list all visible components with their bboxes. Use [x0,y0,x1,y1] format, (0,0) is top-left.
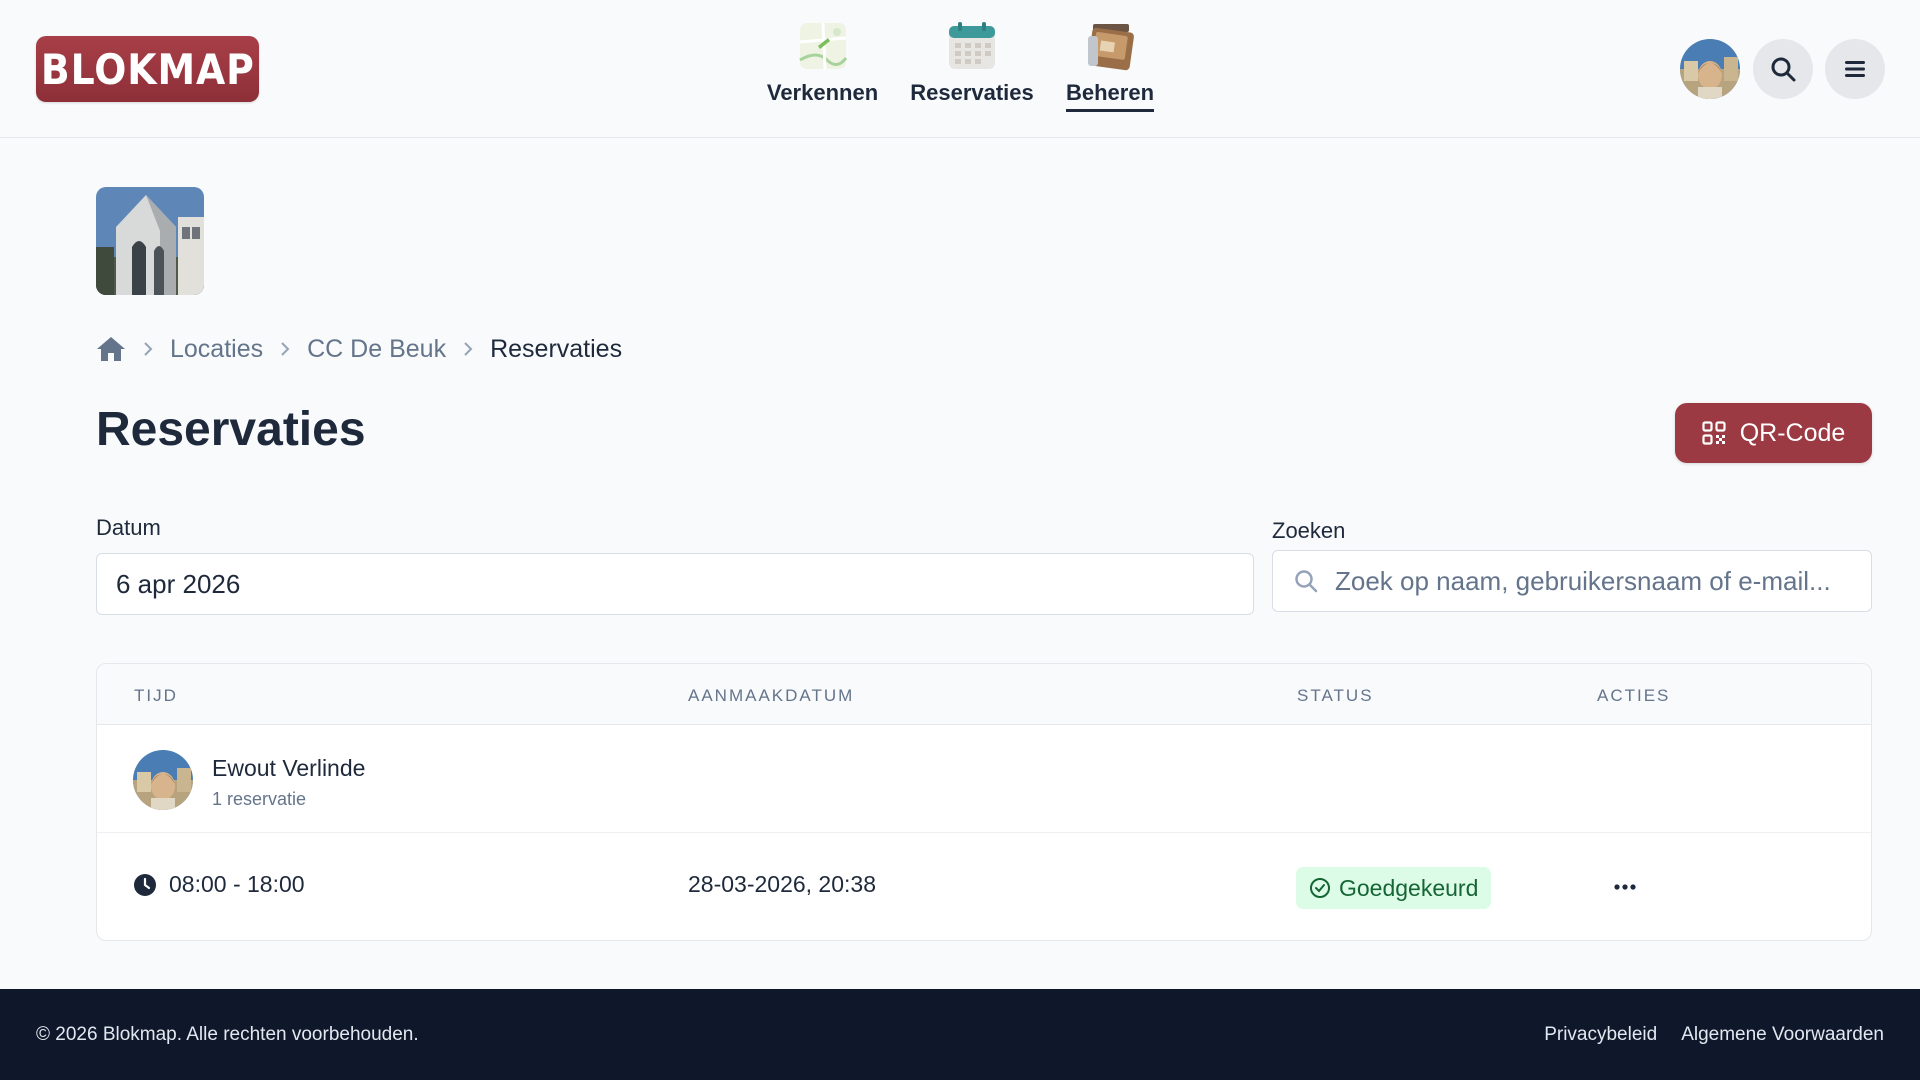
column-header-created: AANMAAKDATUM [688,686,855,705]
manage-icon [1088,24,1134,71]
time-range: 08:00 - 18:00 [169,871,305,897]
main-nav: Verkennen Reservaties Beheren [0,0,1920,138]
user-avatar-button[interactable] [1680,39,1740,99]
table-row: 08:00 - 18:00 28-03-2026, 20:38 Goedgeke… [97,833,1871,940]
footer: © 2026 Blokmap. Alle rechten voorbehoude… [0,989,1920,1080]
search-placeholder: Zoek op naam, gebruikersnaam of e-mail..… [1335,565,1831,596]
nav-label: Beheren [1065,80,1155,112]
row-actions-button[interactable] [1607,869,1643,905]
qr-code-label: QR-Code [1739,418,1846,447]
avatar [1680,39,1740,99]
created-date: 28-03-2026, 20:38 [688,871,876,897]
time-cell: 08:00 - 18:00 [133,871,305,898]
chevron-right-icon [126,341,170,357]
status-badge: Goedgekeurd [1296,867,1492,909]
nav-label: Reservaties [910,80,1034,105]
nav-item-verkennen[interactable]: Verkennen [765,20,880,120]
map-icon [798,22,847,70]
privacy-link[interactable]: Privacybeleid [1544,1024,1657,1046]
user-group-row: Ewout Verlinde 1 reservatie [97,725,1871,833]
home-icon[interactable] [96,335,126,363]
column-header-status: STATUS [1297,686,1374,705]
search-label: Zoeken [1272,518,1346,543]
chevron-right-icon [263,341,307,357]
clock-icon [134,873,156,896]
nav-item-beheren[interactable]: Beheren [1065,20,1155,120]
footer-links: Privacybeleid Algemene Voorwaarden [1544,1024,1884,1046]
chevron-right-icon [446,341,490,357]
check-circle-icon [1310,878,1330,898]
qr-code-button[interactable]: QR-Code [1675,403,1872,463]
search-icon [1295,570,1318,593]
terms-link[interactable]: Algemene Voorwaarden [1681,1024,1884,1046]
reservation-count: 1 reservatie [212,789,307,809]
header: BLOKMAP Verkennen Reservaties Beheren [0,0,1920,138]
column-header-actions: ACTIES [1597,686,1671,705]
reservations-table: TIJD AANMAAKDATUM STATUS ACTIES Ewout Ve… [96,663,1872,941]
search-input[interactable]: Zoek op naam, gebruikersnaam of e-mail..… [1272,550,1872,612]
table-header: TIJD AANMAAKDATUM STATUS ACTIES [97,664,1871,725]
date-value: 6 apr 2026 [116,568,241,599]
created-cell: 28-03-2026, 20:38 [688,871,876,898]
breadcrumb-current: Reservaties [490,334,623,363]
location-image [96,187,204,295]
breadcrumb-location[interactable]: CC De Beuk [307,335,446,364]
page-title: Reservaties [96,403,366,456]
nav-item-reservaties[interactable]: Reservaties [910,20,1034,120]
qr-code-icon [1702,421,1726,445]
menu-button[interactable] [1825,39,1885,99]
search-button[interactable] [1753,39,1813,99]
date-label: Datum [96,515,161,540]
copyright: © 2026 Blokmap. Alle rechten voorbehoude… [36,1024,419,1045]
breadcrumb: Locaties CC De Beuk Reservaties [96,332,622,366]
column-header-time: TIJD [134,686,178,705]
search-icon [1771,57,1796,82]
nav-label: Verkennen [766,80,879,105]
menu-icon [1845,61,1865,77]
status-label: Goedgekeurd [1339,874,1479,901]
date-input[interactable]: 6 apr 2026 [96,553,1254,615]
calendar-icon [949,22,995,69]
user-name: Ewout Verlinde [212,755,366,781]
more-horizontal-icon [1614,884,1636,890]
avatar [133,750,193,810]
breadcrumb-locaties[interactable]: Locaties [170,335,263,364]
